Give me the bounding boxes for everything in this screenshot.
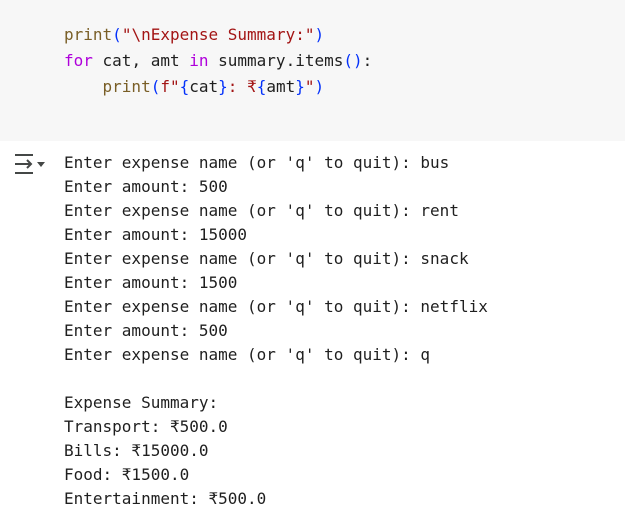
- code-token-paren: (: [150, 77, 161, 96]
- output-line: Expense Summary:: [64, 393, 219, 412]
- output-line: Enter expense name (or 'q' to quit): bus: [64, 153, 450, 172]
- code-token-paren: ): [314, 25, 325, 44]
- notebook: print("\nExpense Summary:") for cat, amt…: [0, 0, 625, 522]
- output-line: Enter expense name (or 'q' to quit): sna…: [64, 249, 469, 268]
- code-token-string: ": [304, 77, 315, 96]
- output-toggle-icon[interactable]: [12, 151, 48, 177]
- code-token-paren: ): [314, 77, 325, 96]
- output-line: Enter amount: 500: [64, 177, 228, 196]
- output-line: Food: ₹1500.0: [64, 465, 190, 484]
- code-line: for cat, amt in summary.items():: [64, 51, 372, 71]
- code-token-string: "\nExpense Summary:": [121, 25, 315, 44]
- code-line: print(f"{cat}: ₹{amt}"): [64, 77, 325, 97]
- code-token-colon: :: [362, 51, 373, 70]
- code-token-brace: }: [295, 77, 305, 96]
- code-token-brace: {: [179, 77, 190, 96]
- code-token-brace: }: [218, 77, 228, 96]
- code-token-function: print: [64, 25, 113, 44]
- code-token-method-call: summary.items: [208, 51, 344, 70]
- code-token-paren: (): [343, 51, 363, 70]
- code-cell[interactable]: print("\nExpense Summary:") for cat, amt…: [0, 0, 625, 141]
- output-line: Enter amount: 1500: [64, 273, 238, 292]
- output-line: Transport: ₹500.0: [64, 417, 228, 436]
- cell-output: Enter expense name (or 'q' to quit): bus…: [0, 141, 625, 522]
- output-line: Enter expense name (or 'q' to quit): net…: [64, 297, 488, 316]
- code-token-keyword: in: [189, 51, 209, 70]
- code-token-variable: amt: [266, 77, 296, 96]
- output-line: Enter amount: 500: [64, 321, 228, 340]
- output-line: Entertainment: ₹500.0: [64, 489, 267, 508]
- code-token-brace: {: [256, 77, 267, 96]
- output-line: Enter amount: 15000: [64, 225, 248, 244]
- code-line: print("\nExpense Summary:"): [64, 25, 324, 45]
- code-token-variable: cat: [189, 77, 219, 96]
- output-line: Enter expense name (or 'q' to quit): q: [64, 345, 431, 364]
- code-token-string: f": [160, 77, 180, 96]
- code-token-function: print: [102, 77, 151, 96]
- output-line: Enter expense name (or 'q' to quit): ren…: [64, 201, 459, 220]
- output-line: Bills: ₹15000.0: [64, 441, 209, 460]
- code-token-keyword: for: [64, 51, 93, 70]
- code-token-paren: (: [112, 25, 122, 44]
- code-token-string: : ₹: [227, 77, 257, 96]
- code-token-variables: cat, amt: [92, 51, 190, 70]
